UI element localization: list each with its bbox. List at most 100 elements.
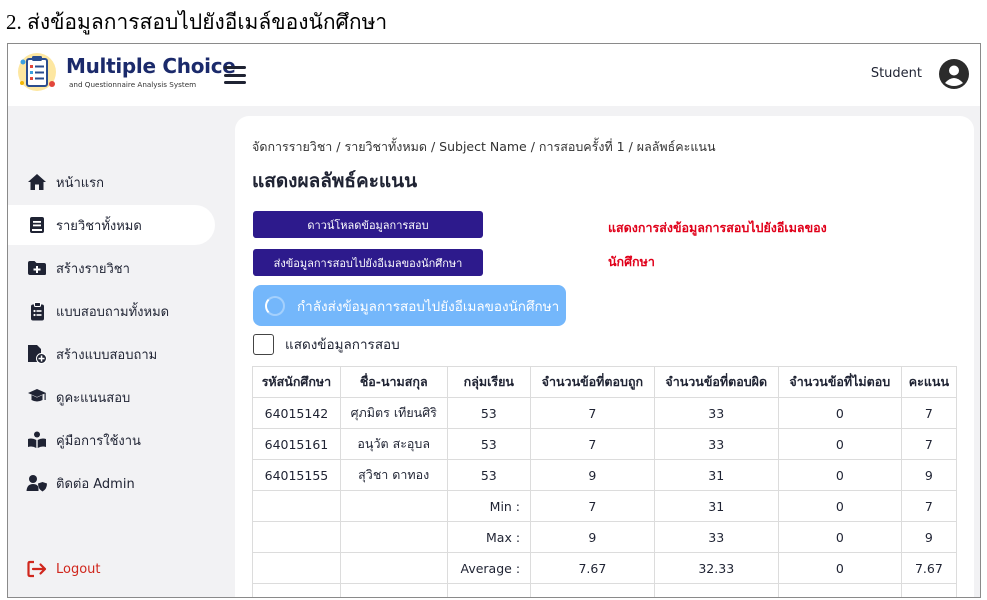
unanswered-count-cell: 0 — [777, 428, 902, 460]
breadcrumb[interactable]: จัดการรายวิชา / รายวิชาทั้งหมด / Subject… — [252, 137, 716, 157]
empty-cell — [653, 583, 779, 597]
sidebar-item-label: สร้างแบบสอบถาม — [56, 347, 158, 363]
stat-wrong-cell: 31 — [653, 490, 779, 522]
sidebar-item-all-subjects[interactable]: รายวิชาทั้งหมด — [8, 205, 215, 245]
empty-cell — [777, 583, 902, 597]
sidebar-item-label: ดูคะแนนสอบ — [56, 390, 131, 406]
student-id-cell: 64015161 — [252, 428, 341, 460]
wrong-count-cell: 33 — [653, 397, 779, 429]
empty-cell — [252, 521, 341, 553]
sidebar-item-create-subject[interactable]: สร้างรายวิชา — [8, 248, 215, 288]
empty-cell — [446, 583, 532, 597]
stat-score-cell: 7.67 — [900, 552, 958, 584]
app-logo-icon[interactable] — [16, 50, 58, 94]
book-icon — [26, 214, 48, 236]
student-id-cell: 64015155 — [252, 459, 341, 491]
group-cell: 53 — [446, 428, 532, 460]
send-email-button[interactable]: ส่งข้อมูลการสอบไปยังอีเมลของนักศึกษา — [253, 249, 483, 276]
loading-spinner-icon — [265, 295, 285, 316]
app-window: Multiple Choice and Questionnaire Analys… — [7, 43, 981, 598]
group-cell: 53 — [446, 459, 532, 491]
sidebar-item-label: ติดต่อ Admin — [56, 476, 135, 492]
stat-wrong-cell: 32.33 — [653, 552, 779, 584]
download-exam-data-button[interactable]: ดาวน์โหลดข้อมูลการสอบ — [253, 211, 483, 238]
brand-title: Multiple Choice — [66, 54, 236, 78]
sidebar-item-label: สร้างรายวิชา — [56, 261, 130, 277]
brand-subtitle: and Questionnaire Analysis System — [69, 80, 197, 89]
stat-label-cell: Max : — [446, 521, 532, 553]
stat-unanswered-cell: 0 — [777, 552, 902, 584]
table-row: 64015161 อนุวัต สะอุบล 53 7 33 0 7 — [252, 428, 958, 460]
table-row: 64015155 สุวิชา ดาทอง 53 9 31 0 9 — [252, 459, 958, 491]
stat-unanswered-cell: 0 — [777, 521, 902, 553]
table-row: 64015142 ศุภมิตร เทียนศิริ 53 7 33 0 7 — [252, 397, 958, 429]
sending-email-label: กำลังส่งข้อมูลการสอบไปยังอีเมลของนักศึกษ… — [297, 298, 560, 315]
annotation-line-2: นักศึกษา — [608, 254, 655, 269]
student-name-cell: ศุภมิตร เทียนศิริ — [339, 397, 448, 429]
empty-cell — [530, 583, 655, 597]
main-content-card: จัดการรายวิชา / รายวิชาทั้งหมด / Subject… — [235, 116, 974, 597]
empty-cell — [339, 583, 448, 597]
score-cell: 7 — [900, 397, 958, 429]
stat-label-cell: Min : — [446, 490, 532, 522]
empty-cell — [252, 552, 341, 584]
correct-count-cell: 7 — [530, 428, 655, 460]
menu-toggle-icon[interactable] — [224, 66, 246, 84]
wrong-count-cell: 33 — [653, 428, 779, 460]
empty-cell — [252, 583, 341, 597]
empty-cell — [339, 552, 448, 584]
annotation-note: แสดงการส่งข้อมูลการสอบไปยังอีเมลของ นักศ… — [608, 211, 868, 279]
stat-unanswered-cell: 0 — [777, 490, 902, 522]
home-icon — [26, 171, 48, 193]
sidebar-item-user-manual[interactable]: คู่มือการใช้งาน — [8, 420, 215, 460]
sidebar-item-label: คู่มือการใช้งาน — [56, 433, 141, 449]
column-header: จำนวนข้อที่ไม่ตอบ — [777, 366, 902, 398]
top-bar: Multiple Choice and Questionnaire Analys… — [8, 44, 980, 106]
column-header: รหัสนักศึกษา — [252, 366, 341, 398]
show-data-checkbox[interactable] — [253, 333, 274, 355]
logout-label: Logout — [56, 561, 101, 577]
sidebar-item-contact-admin[interactable]: ติดต่อ Admin — [8, 463, 215, 503]
table-stat-row: Min : 7 31 0 7 — [252, 490, 958, 522]
table-row-partial — [252, 583, 958, 597]
book-reader-icon — [26, 429, 48, 451]
graduation-cap-icon — [26, 386, 48, 408]
page-title: แสดงผลลัพธ์คะแนน — [252, 170, 418, 192]
stat-correct-cell: 9 — [530, 521, 655, 553]
score-cell: 9 — [900, 459, 958, 491]
file-plus-icon — [26, 343, 48, 365]
user-name[interactable]: Student — [871, 66, 922, 81]
column-header: คะแนน — [900, 366, 958, 398]
sidebar-item-view-scores[interactable]: ดูคะแนนสอบ — [8, 377, 215, 417]
column-header: ชื่อ-นามสกุล — [339, 366, 448, 398]
unanswered-count-cell: 0 — [777, 397, 902, 429]
sidebar-item-label: แบบสอบถามทั้งหมด — [56, 304, 170, 320]
unanswered-count-cell: 0 — [777, 459, 902, 491]
logout-button[interactable]: Logout — [8, 549, 215, 589]
student-name-cell: สุวิชา ดาทอง — [339, 459, 448, 491]
empty-cell — [900, 583, 958, 597]
user-avatar-icon[interactable] — [938, 58, 970, 90]
correct-count-cell: 9 — [530, 459, 655, 491]
stat-wrong-cell: 33 — [653, 521, 779, 553]
stat-score-cell: 7 — [900, 490, 958, 522]
student-name-cell: อนุวัต สะอุบล — [339, 428, 448, 460]
stat-correct-cell: 7 — [530, 490, 655, 522]
sidebar-item-label: รายวิชาทั้งหมด — [56, 218, 142, 234]
score-cell: 7 — [900, 428, 958, 460]
clipboard-list-icon — [26, 300, 48, 322]
show-data-toggle: แสดงข้อมูลการสอบ — [253, 333, 400, 355]
sending-email-button[interactable]: กำลังส่งข้อมูลการสอบไปยังอีเมลของนักศึกษ… — [253, 285, 566, 326]
sidebar-item-create-questionnaire[interactable]: สร้างแบบสอบถาม — [8, 334, 215, 374]
stat-correct-cell: 7.67 — [530, 552, 655, 584]
empty-cell — [339, 490, 448, 522]
table-stat-row: Max : 9 33 0 9 — [252, 521, 958, 553]
sidebar-item-home[interactable]: หน้าแรก — [8, 162, 215, 202]
empty-cell — [339, 521, 448, 553]
document-caption: 2. ส่งข้อมูลการสอบไปยังอีเมล์ของนักศึกษา — [6, 10, 388, 34]
user-shield-icon — [26, 472, 48, 494]
logout-icon — [26, 558, 48, 580]
folder-plus-icon — [26, 257, 48, 279]
sidebar-item-label: หน้าแรก — [56, 175, 104, 191]
sidebar-item-all-questionnaires[interactable]: แบบสอบถามทั้งหมด — [8, 291, 215, 331]
